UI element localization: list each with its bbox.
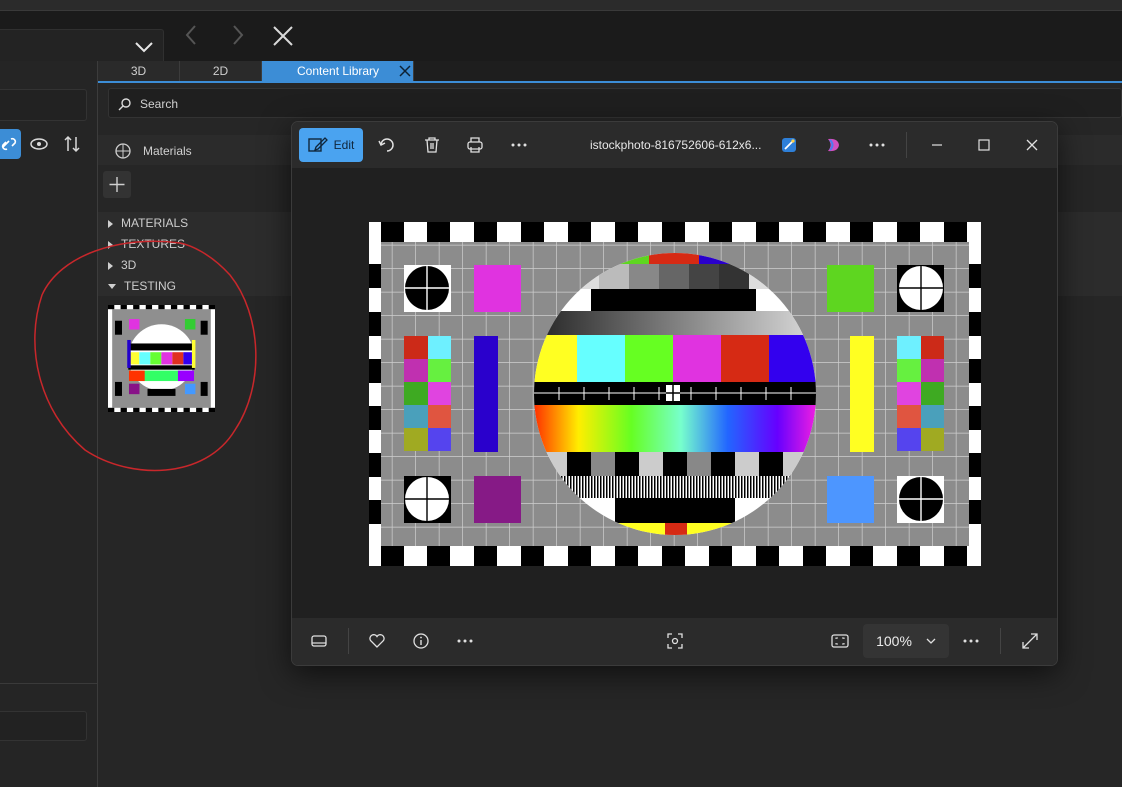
eye-icon[interactable] — [28, 134, 50, 154]
edit-label: Edit — [333, 138, 355, 152]
file-name: istockphoto-816752606-612x6... — [590, 138, 762, 152]
viewer-toolbar: Edit istockphoto-816752606-612x6... — [292, 122, 1057, 168]
chevron-down-icon[interactable] — [133, 39, 155, 55]
fullscreen-icon[interactable] — [1020, 631, 1040, 651]
tab-3d[interactable]: 3D — [98, 61, 180, 81]
annotation-circle — [34, 240, 257, 472]
minimize-icon[interactable] — [927, 135, 947, 155]
more-icon[interactable] — [455, 631, 475, 651]
visual-search-icon[interactable] — [665, 631, 685, 651]
delete-icon[interactable] — [422, 135, 442, 155]
plus-icon — [109, 177, 125, 192]
viewer-bottom-bar: 100% — [292, 618, 1057, 665]
rotate-icon[interactable] — [377, 135, 397, 155]
toolbar — [0, 11, 1122, 65]
chevron-down-icon — [926, 638, 936, 644]
designer-icon[interactable] — [780, 136, 798, 154]
left-field[interactable] — [0, 89, 87, 121]
search-label: Search — [140, 97, 179, 111]
more-icon[interactable] — [961, 631, 981, 651]
copilot-icon[interactable] — [824, 136, 842, 154]
more-icon[interactable] — [509, 135, 529, 155]
print-icon[interactable] — [465, 135, 485, 155]
zoom-value: 100% — [876, 633, 912, 649]
materials-label: Materials — [143, 144, 192, 158]
close-icon[interactable] — [1022, 135, 1042, 155]
add-button[interactable] — [103, 171, 131, 198]
separator — [1000, 628, 1001, 654]
close-icon[interactable] — [268, 21, 298, 51]
maximize-icon[interactable] — [974, 135, 994, 155]
back-icon[interactable] — [177, 20, 207, 50]
tab-2d[interactable]: 2D — [180, 61, 262, 81]
edit-icon — [307, 137, 328, 152]
title-bar — [0, 0, 1122, 11]
materials-icon — [115, 143, 131, 159]
separator — [906, 132, 907, 158]
photo-viewer-window: Edit istockphoto-816752606-612x6... 100% — [291, 121, 1058, 666]
tab-label: 3D — [130, 64, 147, 78]
sort-icon[interactable] — [61, 133, 83, 155]
divider — [0, 683, 97, 684]
edit-button[interactable]: Edit — [299, 128, 363, 162]
test-pattern-image[interactable] — [369, 222, 981, 566]
favorite-icon[interactable] — [367, 631, 387, 651]
tab-close-icon[interactable] — [398, 64, 412, 78]
separator — [348, 628, 349, 654]
image-canvas — [292, 168, 1057, 618]
info-icon[interactable] — [411, 631, 431, 651]
tree-label: MATERIALS — [121, 216, 189, 230]
link-icon — [1, 137, 17, 151]
tree-item-materials[interactable]: MATERIALS — [108, 216, 188, 230]
bottom-field[interactable] — [0, 711, 87, 741]
tab-content-library[interactable]: Content Library — [262, 61, 414, 81]
more-icon[interactable] — [867, 135, 887, 155]
expand-icon — [108, 219, 113, 228]
filmstrip-icon[interactable] — [309, 631, 329, 651]
path-dropdown[interactable] — [0, 29, 164, 65]
search-icon — [118, 98, 131, 111]
fit-icon[interactable] — [830, 631, 850, 651]
tab-strip: 3D 2D Content Library — [98, 61, 1122, 81]
tab-label: 2D — [212, 64, 229, 78]
link-button[interactable] — [0, 129, 21, 159]
search-input[interactable]: Search — [108, 88, 1122, 118]
zoom-dropdown[interactable]: 100% — [863, 624, 949, 658]
tab-label: Content Library — [297, 64, 380, 78]
forward-icon[interactable] — [222, 20, 252, 50]
